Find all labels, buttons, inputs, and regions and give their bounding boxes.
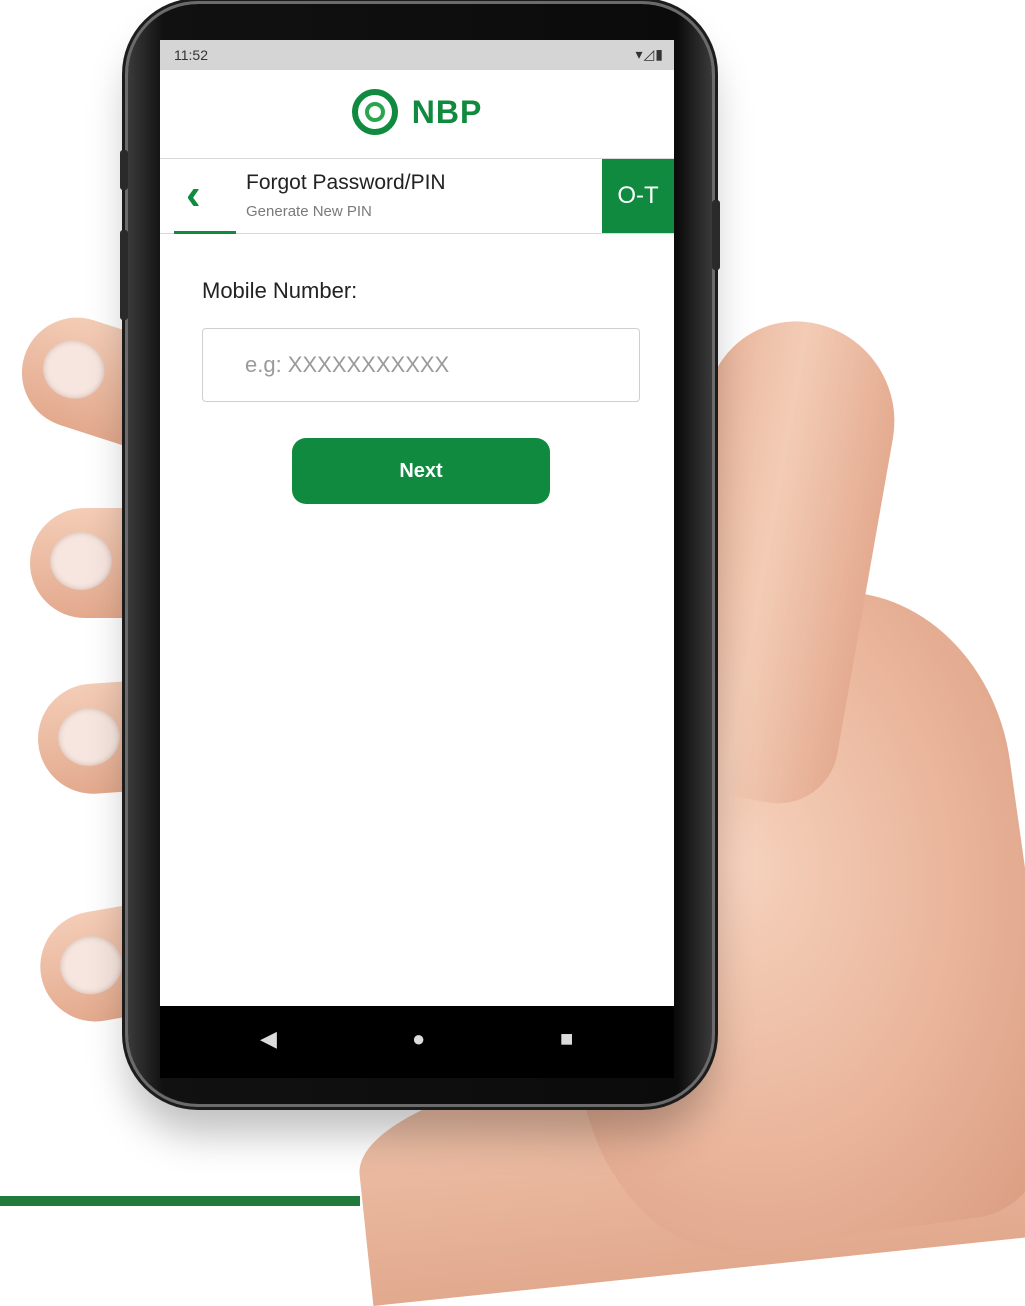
- back-button[interactable]: ‹: [186, 173, 226, 217]
- android-nav-bar: ◀ ● ■: [160, 1006, 674, 1078]
- page-subtitle: Generate New PIN: [246, 203, 372, 220]
- nbp-logo-icon: [351, 89, 398, 135]
- scene: 11:52 ▾◿▮ NBP ‹ Forgot Password/PIN Gene…: [0, 0, 1025, 1306]
- nav-back-icon[interactable]: ◀: [260, 1026, 277, 1052]
- page-header: ‹ Forgot Password/PIN Generate New PIN O…: [160, 158, 674, 234]
- back-underline: [174, 231, 236, 234]
- phone-screen: 11:52 ▾◿▮ NBP ‹ Forgot Password/PIN Gene…: [160, 40, 674, 1078]
- app-logo: NBP: [160, 82, 674, 142]
- mobile-number-label: Mobile Number:: [202, 278, 358, 303]
- volume-button: [120, 150, 128, 190]
- status-time: 11:52: [174, 47, 208, 63]
- key-icon: O‑T: [617, 182, 659, 209]
- logo-text: NBP: [411, 93, 483, 130]
- next-button[interactable]: Next: [292, 438, 550, 504]
- green-strip: [0, 1196, 360, 1206]
- page-title: Forgot Password/PIN: [246, 171, 446, 194]
- nav-home-icon[interactable]: ●: [412, 1026, 425, 1052]
- power-button: [712, 200, 720, 270]
- status-icons: ▾◿▮: [635, 46, 664, 62]
- volume-button: [120, 230, 128, 320]
- key-button[interactable]: O‑T: [602, 159, 674, 233]
- nav-recent-icon[interactable]: ■: [560, 1026, 573, 1052]
- status-bar: 11:52 ▾◿▮: [160, 40, 674, 70]
- mobile-number-input[interactable]: [202, 328, 640, 402]
